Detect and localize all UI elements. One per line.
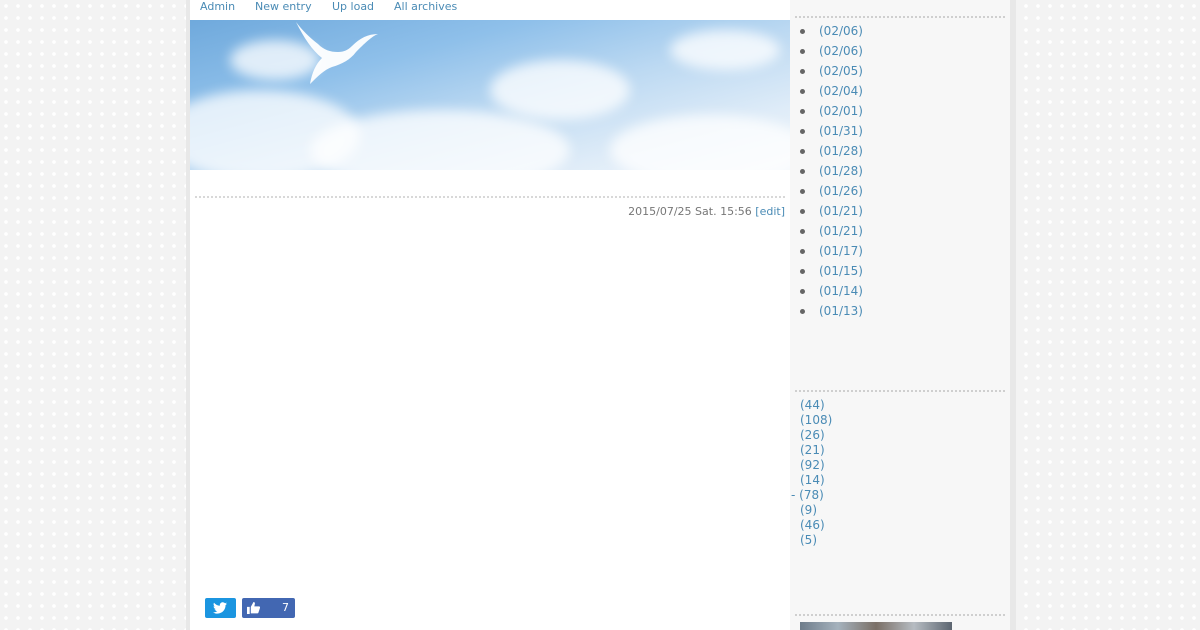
edit-link[interactable]: [edit] [755,205,785,218]
bullet-icon [800,309,805,314]
bullet-icon [800,209,805,214]
bullet-icon [800,249,805,254]
twitter-icon [213,602,227,614]
bullet-icon [800,189,805,194]
bullet-icon [800,169,805,174]
category-count-link[interactable]: (46) [800,518,832,533]
recent-entry-date-link[interactable]: (02/01) [819,102,863,120]
nav-upload-link[interactable]: Up load [332,0,374,14]
thumbs-up-icon [247,602,260,614]
sidebar-divider [795,614,1005,616]
bullet-icon [800,69,805,74]
bullet-icon [800,229,805,234]
sidebar: (02/06) (02/06) (02/05) (02/04) (02/01) (01/3… [790,0,1010,630]
nav-admin-link[interactable]: Admin [200,0,235,14]
sidebar-thumbnail-image[interactable] [800,622,952,630]
recent-entry-date-link[interactable]: (01/15) [819,262,863,280]
entry-date: 2015/07/25 Sat. 15:56 [628,205,752,218]
bullet-icon [800,269,805,274]
category-count-link[interactable]: (26) [800,428,832,443]
recent-entry-date-link[interactable]: (01/21) [819,222,863,240]
nav-all-archives-link[interactable]: All archives [394,0,457,14]
like-count: 7 [282,601,289,614]
recent-entry-date-link[interactable]: (02/06) [819,42,863,60]
sidebar-divider [795,390,1005,392]
bullet-icon [800,129,805,134]
category-count-link[interactable]: (21) [800,443,832,458]
bullet-icon [800,49,805,54]
category-list: (44) (108) (26) (21) (92) (14) - (78) (9) (46) (5… [791,398,832,548]
cloud [610,115,790,170]
bullet-icon [800,289,805,294]
bird-logo-icon [296,22,378,84]
recent-entry-date-link[interactable]: (01/14) [819,282,863,300]
cloud [670,30,780,70]
twitter-share-button[interactable] [205,598,236,618]
category-count-link[interactable]: (14) [800,473,832,488]
sidebar-divider [795,16,1005,18]
bullet-icon [800,89,805,94]
recent-entry-date-link[interactable]: (01/31) [819,122,863,140]
entry-divider [195,196,785,198]
nav-new-entry-link[interactable]: New entry [255,0,312,14]
category-count-link[interactable]: - (78) [791,488,832,503]
bullet-icon [800,29,805,34]
category-count-link[interactable]: (9) [800,503,832,518]
cloud [490,60,630,120]
entry-meta: 2015/07/25 Sat. 15:56 [edit] [628,205,785,218]
bullet-icon [800,149,805,154]
top-navigation: Admin New entry Up load All archives [190,0,790,20]
category-count-link[interactable]: (44) [800,398,832,413]
recent-entry-date-link[interactable]: (01/26) [819,182,863,200]
recent-entry-date-link[interactable]: (01/13) [819,302,863,320]
bullet-icon [800,109,805,114]
category-count-link[interactable]: (92) [800,458,832,473]
recent-entry-date-link[interactable]: (01/28) [819,162,863,180]
header-banner[interactable] [190,20,790,170]
like-button[interactable]: 7 [242,598,295,618]
recent-entry-date-link[interactable]: (02/05) [819,62,863,80]
recent-entry-date-link[interactable]: (01/28) [819,142,863,160]
recent-entry-date-link[interactable]: (02/06) [819,22,863,40]
category-count-link[interactable]: (5) [800,533,832,548]
category-count-link[interactable]: (108) [800,413,832,428]
main-column: Admin New entry Up load All archives [190,0,790,630]
recent-entry-date-link[interactable]: (02/04) [819,82,863,100]
recent-entry-date-link[interactable]: (01/17) [819,242,863,260]
recent-entry-date-link[interactable]: (01/21) [819,202,863,220]
